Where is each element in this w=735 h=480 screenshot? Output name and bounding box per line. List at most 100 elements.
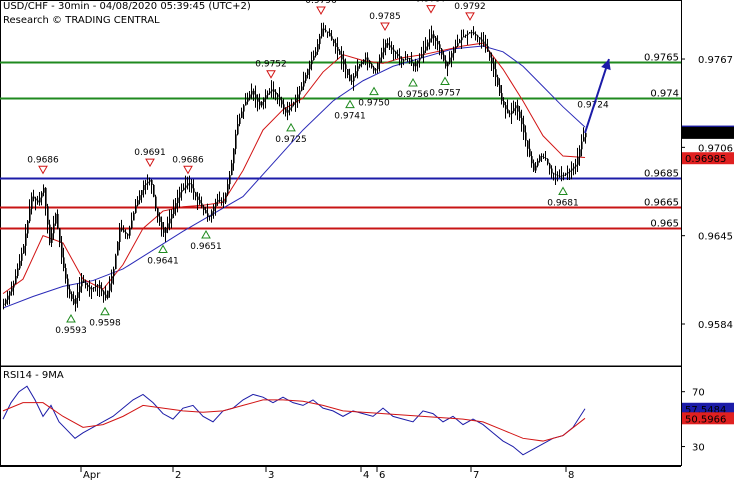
candle-body bbox=[191, 184, 193, 189]
candle-body bbox=[371, 64, 373, 68]
swing-low-label: 0.9756 bbox=[397, 90, 429, 100]
candle-body bbox=[447, 61, 449, 67]
candle-body bbox=[505, 105, 507, 110]
swing-low-marker bbox=[558, 186, 568, 196]
swing-high-label: 0.9752 bbox=[255, 60, 287, 70]
candle-body bbox=[395, 51, 397, 54]
candle-body bbox=[303, 80, 305, 87]
candle-body bbox=[541, 156, 543, 158]
candle-body bbox=[133, 212, 135, 221]
candle-body bbox=[449, 57, 451, 62]
candle-body bbox=[15, 275, 17, 284]
candle-body bbox=[73, 298, 75, 304]
candle-body bbox=[211, 211, 213, 216]
candle-body bbox=[501, 93, 503, 102]
swing-high-marker bbox=[38, 165, 48, 175]
candle-body bbox=[113, 268, 115, 277]
swing-low-marker bbox=[345, 99, 355, 109]
swing-high-label: 0.9686 bbox=[172, 155, 204, 165]
candle-body bbox=[267, 93, 269, 96]
candle-body bbox=[277, 94, 279, 97]
candle-body bbox=[251, 90, 253, 95]
candle-body bbox=[181, 189, 183, 193]
candle-body bbox=[323, 28, 325, 31]
candle-body bbox=[495, 69, 497, 78]
candle-body bbox=[49, 224, 51, 243]
candle-body bbox=[271, 89, 273, 92]
candle-body bbox=[31, 196, 33, 209]
candle-body bbox=[563, 174, 565, 176]
candle-body bbox=[283, 104, 285, 109]
candle-body bbox=[301, 86, 303, 91]
candle-body bbox=[485, 43, 487, 46]
candle-body bbox=[471, 32, 473, 34]
candle-body bbox=[9, 291, 11, 296]
candle-body bbox=[245, 101, 247, 106]
candle-body bbox=[99, 284, 101, 289]
candle-body bbox=[487, 45, 489, 52]
time-axis-label: 3 bbox=[268, 470, 274, 480]
candle-body bbox=[327, 31, 329, 33]
time-axis-label: 8 bbox=[568, 470, 574, 480]
candle-body bbox=[189, 183, 191, 185]
swing-low-label: 0.9757 bbox=[429, 89, 461, 99]
candle-body bbox=[561, 175, 563, 177]
swing-low-marker bbox=[369, 86, 379, 96]
candle-body bbox=[57, 213, 59, 229]
candle-body bbox=[349, 74, 351, 81]
candle-body bbox=[359, 64, 361, 67]
candle-body bbox=[579, 149, 581, 158]
swing-high-label: 0.9792 bbox=[454, 2, 486, 12]
candle-body bbox=[125, 232, 127, 234]
rsi-axis-label: 70 bbox=[692, 388, 705, 399]
rsi-value-tag-label: 50.5966 bbox=[685, 414, 726, 425]
candle-body bbox=[439, 44, 441, 49]
time-axis-label: Apr bbox=[83, 470, 101, 480]
candle-body bbox=[85, 282, 87, 285]
candle-body bbox=[331, 36, 333, 40]
candle-body bbox=[215, 201, 217, 207]
candle-body bbox=[169, 218, 171, 224]
candle-body bbox=[415, 63, 417, 67]
swing-low-label: 0.9741 bbox=[334, 112, 366, 122]
candle-body bbox=[475, 33, 477, 36]
candle-body bbox=[197, 196, 199, 200]
candle-body bbox=[39, 197, 41, 203]
candle-body bbox=[171, 213, 173, 219]
candle-body bbox=[241, 111, 243, 118]
candle-body bbox=[307, 69, 309, 75]
price-axis-label: 0.9767 bbox=[698, 55, 733, 66]
candle-body bbox=[337, 46, 339, 51]
candle-body bbox=[445, 60, 447, 67]
candle-body bbox=[391, 47, 393, 50]
candle-body bbox=[5, 299, 7, 304]
time-axis-label: 2 bbox=[175, 470, 181, 480]
candle-body bbox=[573, 166, 575, 169]
candle-body bbox=[11, 287, 13, 292]
candle-body bbox=[143, 185, 145, 191]
candle-body bbox=[151, 180, 153, 185]
candle-body bbox=[281, 100, 283, 105]
candle-body bbox=[273, 89, 275, 92]
candle-body bbox=[69, 289, 71, 295]
candle-body bbox=[233, 148, 235, 164]
candle-body bbox=[305, 74, 307, 81]
time-axis-label: 6 bbox=[379, 470, 385, 480]
candle-body bbox=[299, 90, 301, 95]
candle-body bbox=[121, 228, 123, 231]
swing-low-marker bbox=[408, 77, 418, 87]
candle-body bbox=[115, 255, 117, 269]
candle-body bbox=[33, 196, 35, 199]
candle-body bbox=[199, 199, 201, 204]
candle-body bbox=[205, 210, 207, 214]
candle-body bbox=[131, 220, 133, 229]
candles-group bbox=[3, 22, 587, 312]
candle-body bbox=[317, 44, 319, 52]
candle-body bbox=[157, 208, 159, 217]
candle-body bbox=[269, 91, 271, 94]
swing-high-marker bbox=[145, 158, 155, 168]
candle-body bbox=[91, 288, 93, 290]
candle-body bbox=[109, 283, 111, 291]
candle-body bbox=[581, 141, 583, 150]
candle-body bbox=[527, 140, 529, 149]
